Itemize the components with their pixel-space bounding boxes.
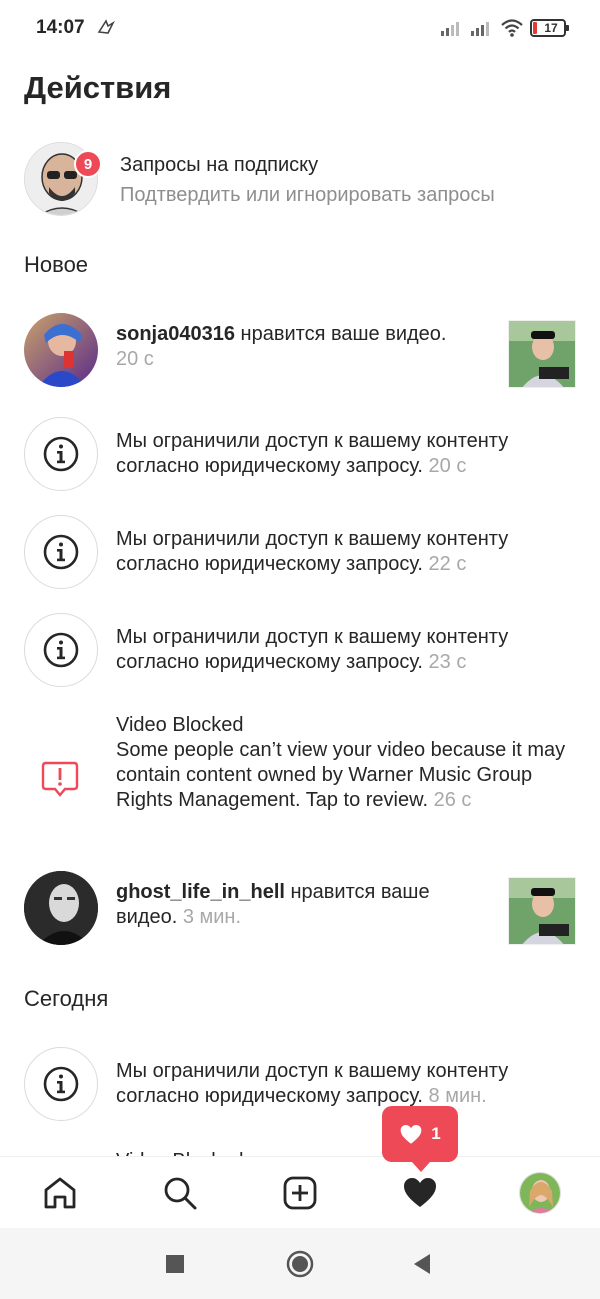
notification-time: 26 с	[433, 789, 472, 811]
wifi-icon	[501, 19, 523, 37]
home-circle-icon[interactable]	[285, 1249, 315, 1279]
search-icon[interactable]	[162, 1175, 198, 1211]
notification-time: 20 с	[116, 348, 154, 370]
add-post-icon[interactable]	[282, 1175, 318, 1211]
heart-icon[interactable]	[402, 1175, 438, 1211]
notification-like-ghost[interactable]: ghost_life_in_hell нравится ваше видео. …	[0, 870, 600, 945]
notification-legal-restriction[interactable]: Мы ограничили доступ к вашему контенту с…	[0, 515, 600, 589]
notification-message: Some people can’t view your video becaus…	[116, 739, 566, 811]
info-icon	[24, 515, 98, 589]
battery-level: 17	[544, 21, 558, 35]
notification-time: 22 с	[428, 553, 467, 575]
back-icon[interactable]	[412, 1253, 432, 1275]
notification-legal-restriction[interactable]: Мы ограничили доступ к вашему контенту с…	[0, 1047, 600, 1121]
warning-icon	[41, 761, 79, 797]
notification-message: нравится ваше видео.	[234, 323, 447, 345]
recents-icon[interactable]	[165, 1254, 185, 1274]
home-icon[interactable]	[42, 1175, 78, 1211]
status-time: 14:07	[36, 17, 85, 38]
notification-time: 8 мин.	[428, 1085, 487, 1107]
info-icon	[24, 417, 98, 491]
post-thumbnail[interactable]	[508, 877, 576, 945]
post-thumbnail[interactable]	[508, 320, 576, 388]
section-new: Новое	[24, 252, 89, 277]
follow-requests-subtitle: Подтвердить или игнорировать запросы	[120, 184, 495, 206]
notification-text: Мы ограничили доступ к вашему контенту с…	[116, 527, 566, 577]
signal-icon	[441, 22, 459, 36]
notification-time: 20 с	[428, 455, 467, 477]
notification-video-blocked[interactable]: Video Blocked Some people can’t view you…	[0, 713, 600, 845]
notification-text: ghost_life_in_hell нравится ваше видео. …	[116, 880, 486, 930]
profile-avatar[interactable]	[519, 1172, 561, 1214]
notification-time: 23 с	[428, 651, 467, 673]
android-nav-bar	[0, 1228, 600, 1299]
info-icon	[24, 1047, 98, 1121]
heart-icon	[400, 1124, 422, 1144]
signal-icon-2	[471, 22, 489, 36]
likes-toast[interactable]: 1	[382, 1106, 458, 1172]
notification-like-sonja[interactable]: sonja040316 нравится ваше видео. 20 с	[0, 312, 600, 388]
section-today: Сегодня	[24, 986, 109, 1011]
notification-text: sonja040316 нравится ваше видео. 20 с	[116, 322, 486, 372]
bottom-nav	[0, 1156, 600, 1228]
notification-legal-restriction[interactable]: Мы ограничили доступ к вашему контенту с…	[0, 613, 600, 687]
notification-text: Video Blocked Some people can’t view you…	[116, 713, 566, 813]
username[interactable]: sonja040316	[116, 323, 235, 345]
notification-legal-restriction[interactable]: Мы ограничили доступ к вашему контенту с…	[0, 417, 600, 491]
page-title: Действия	[24, 70, 172, 105]
notification-title: Video Blocked	[116, 714, 244, 736]
notification-text: Мы ограничили доступ к вашему контенту с…	[116, 429, 566, 479]
follow-requests-row[interactable]: 9 Запросы на подписку Подтвердить или иг…	[0, 138, 600, 222]
notification-text: Мы ограничили доступ к вашему контенту с…	[116, 1059, 566, 1109]
follow-requests-title: Запросы на подписку	[120, 154, 319, 176]
notification-time: 3 мин.	[182, 906, 242, 928]
notification-text: Мы ограничили доступ к вашему контенту с…	[116, 625, 566, 675]
follow-requests-badge: 9	[74, 150, 102, 178]
notification-icon	[97, 19, 115, 34]
info-icon	[24, 613, 98, 687]
status-bar: 14:07 17	[0, 0, 600, 56]
avatar[interactable]	[24, 313, 98, 387]
avatar[interactable]	[24, 871, 98, 945]
likes-count: 1	[431, 1124, 441, 1143]
status-icons: 17	[440, 16, 569, 40]
username[interactable]: ghost_life_in_hell	[116, 881, 285, 903]
battery-icon: 17	[530, 19, 569, 37]
